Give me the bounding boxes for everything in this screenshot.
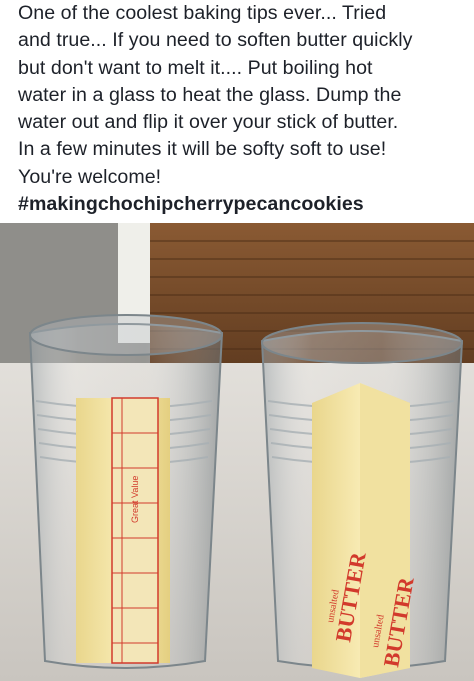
caption-line: One of the coolest baking tips ever... T… [18, 2, 387, 24]
social-post: One of the coolest baking tips ever... T… [0, 0, 474, 681]
hashtag-link[interactable]: #makingchochipcherrypecancookies [18, 191, 464, 218]
caption-line: You're welcome! [18, 165, 162, 188]
caption-line: In a few minutes it will be softy soft t… [18, 138, 387, 161]
caption-line: water in a glass to heat the glass. Dump… [18, 83, 402, 106]
butter-glass-photo: Great Value unsalted BUTTER unsalted BUT… [0, 223, 474, 681]
right-butter-stick: unsalted BUTTER unsalted BUTTER [312, 383, 419, 678]
left-butter-brand: Great Value [130, 476, 140, 523]
left-butter-stick: Great Value [76, 397, 170, 664]
post-caption: One of the coolest baking tips ever... T… [18, 0, 464, 218]
caption-line: water out and flip it over your stick of… [18, 111, 399, 134]
post-photo[interactable]: Great Value unsalted BUTTER unsalted BUT… [0, 223, 474, 681]
caption-line: but don't want to melt it.... Put boilin… [18, 56, 373, 79]
caption-line: and true... If you need to soften butter… [18, 29, 413, 52]
